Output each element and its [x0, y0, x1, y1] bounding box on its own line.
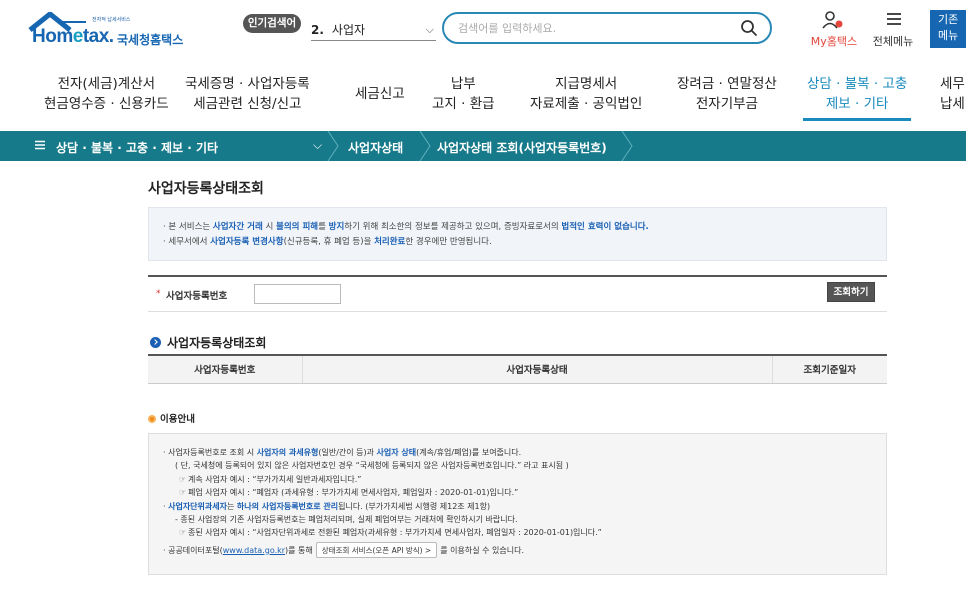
query-form: * 사업자등록번호	[148, 275, 887, 312]
search-input[interactable]	[458, 20, 728, 36]
breadcrumb-separator-icon	[419, 131, 431, 161]
guide-line: ( 단, 국세청에 등록되어 있지 않은 사업자번호인 경우 “국세청에 등록되…	[175, 461, 569, 471]
logo-brand: Hometax.	[32, 26, 114, 47]
data-portal-link[interactable]: www.data.go.kr	[223, 546, 285, 555]
guide-line: - 종된 사업장의 기존 사업자등록번호는 폐업처리되며, 실제 폐업여부는 거…	[175, 515, 518, 525]
logo-korean-name: 국세청홈택스	[117, 33, 184, 47]
breadcrumb: 상담 · 불복 · 고충 · 제보 · 기타 ⌵ 사업자상태 사업자상태 조회(…	[0, 131, 966, 161]
search-icon[interactable]	[740, 19, 758, 37]
notice-line-1: · 본 서비스는 사업자간 거래 시 불의의 피해를 방지하기 위해 최소한의 …	[163, 222, 649, 232]
breadcrumb-level-1[interactable]: 상담 · 불복 · 고충 · 제보 · 기타	[56, 139, 218, 156]
popular-search-dropdown[interactable]: 2. 사업자 ⌵	[311, 19, 436, 41]
all-menu-button[interactable]: 전체메뉴	[868, 10, 918, 50]
guide-line: · 사업자등록번호로 조회 시 사업자의 과세유형(일반/간이 등)과 사업자 …	[163, 448, 522, 457]
orange-bullet-icon	[148, 415, 156, 423]
legacy-menu-button[interactable]: 기존 메뉴	[930, 10, 966, 48]
hamburger-menu-icon[interactable]	[34, 139, 46, 151]
hamburger-menu-icon	[887, 13, 901, 25]
col-business-number: 사업자등록번호	[148, 355, 303, 384]
business-number-input[interactable]	[254, 284, 341, 304]
guide-box: · 사업자등록번호로 조회 시 사업자의 과세유형(일반/간이 등)과 사업자 …	[148, 433, 887, 575]
open-api-button[interactable]: 상태조회 서비스(오픈 API 방식) >	[315, 541, 438, 558]
popular-rank: 2.	[311, 23, 324, 37]
notice-box: · 본 서비스는 사업자간 거래 시 불의의 피해를 방지하기 위해 최소한의 …	[148, 207, 887, 261]
logo-slogan: 전자적 납세서비스	[92, 17, 131, 23]
my-hometax-button[interactable]: My홈택스	[804, 10, 864, 50]
my-hometax-icon	[822, 11, 843, 29]
chevron-down-icon: ⌵	[425, 23, 434, 36]
result-table: 사업자등록번호 사업자등록상태 조회기준일자	[148, 354, 887, 384]
gnb-certificate[interactable]: 국세증명 · 사업자등록 세금관련 신청/신고	[185, 74, 310, 114]
guide-line: ☞ 폐업 사업자 예시 : “폐업자 (과세유형 : 부가가치세 면세사업자, 폐…	[179, 488, 519, 498]
gnb-statement[interactable]: 지급명세서 자료제출 · 공익법인	[530, 74, 642, 114]
chevron-down-icon[interactable]: ⌵	[313, 138, 322, 153]
global-nav: 전자(세금)계산서 현금영수증 · 신용카드 국세증명 · 사업자등록 세금관련 신…	[0, 74, 966, 126]
guide-title: 이용안내	[148, 411, 195, 425]
col-business-status: 사업자등록상태	[302, 355, 773, 384]
circle-arrow-icon	[150, 337, 161, 348]
gnb-tax-agent[interactable]: 세무 납세	[940, 74, 965, 114]
breadcrumb-separator-icon	[327, 131, 339, 161]
gnb-tax-filing[interactable]: 세금신고	[355, 84, 405, 104]
breadcrumb-level-3[interactable]: 사업자상태 조회(사업자등록번호)	[437, 139, 607, 156]
legacy-menu-label-1: 기존	[938, 13, 959, 26]
table-header-row: 사업자등록번호 사업자등록상태 조회기준일자	[148, 355, 887, 384]
col-query-date: 조회기준일자	[772, 355, 887, 384]
guide-line: ☞ 종된 사업자 예시 : “사업자단위과세로 전환된 폐업자(과세유형 : 부가…	[179, 528, 602, 538]
hometax-logo[interactable]: 전자적 납세서비스 Hometax. 국세청홈택스	[28, 12, 198, 48]
breadcrumb-separator-icon	[621, 131, 633, 161]
guide-line: ☞ 계속 사업자 예시 : “부가가치세 일반과세자입니다.”	[179, 474, 362, 484]
gnb-consult[interactable]: 상담 · 불복 · 고충 제보 · 기타	[802, 74, 912, 121]
gnb-e-invoice[interactable]: 전자(세금)계산서 현금영수증 · 신용카드	[44, 74, 169, 114]
gnb-payment[interactable]: 납부 고지 · 환급	[432, 74, 495, 114]
result-section-title: 사업자등록상태조회	[150, 334, 266, 351]
search-box	[442, 12, 772, 44]
notice-line-2: · 세무서에서 사업자등록 변경사항(신규등록, 휴 폐업 등)을 처리완료한 …	[163, 237, 492, 247]
page-title: 사업자등록상태조회	[148, 181, 264, 197]
popular-search-badge: 인기검색어	[243, 14, 301, 33]
required-mark: *	[156, 289, 161, 299]
my-hometax-label: My홈택스	[810, 35, 858, 48]
all-menu-label: 전체메뉴	[872, 35, 914, 48]
gnb-incentive[interactable]: 장려금 · 연말정산 전자기부금	[677, 74, 777, 114]
query-button[interactable]: 조회하기	[827, 282, 875, 302]
guide-line: · 사업자단위과세자는 하나의 사업자등록번호로 관리됩니다. (부가가치세법 …	[163, 501, 491, 511]
legacy-menu-label-2: 메뉴	[938, 29, 959, 42]
popular-term: 사업자	[331, 23, 366, 37]
business-number-label: 사업자등록번호	[166, 291, 228, 302]
breadcrumb-level-2[interactable]: 사업자상태	[348, 139, 403, 156]
guide-line: · 공공데이터포털(www.data.go.kr)를 통해 상태조회 서비스(오픈…	[163, 541, 886, 558]
top-header: 전자적 납세서비스 Hometax. 국세청홈택스 인기검색어 2. 사업자 ⌵ …	[0, 0, 966, 64]
